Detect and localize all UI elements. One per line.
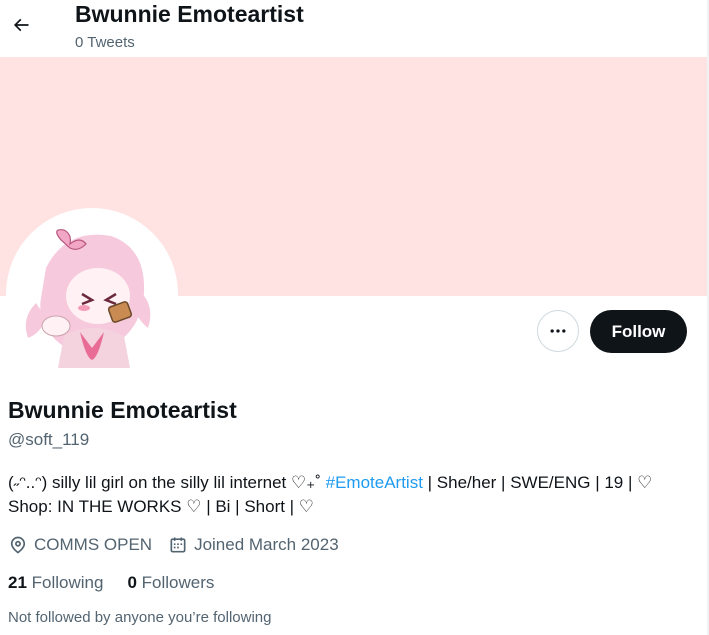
location-pin-icon (10, 536, 26, 554)
followers-count: 0 (127, 573, 137, 592)
user-handle: @soft_119 (8, 430, 90, 449)
follow-stats: 21 Following 0 Followers (8, 572, 238, 594)
profile-meta: COMMS OPEN Joined March 2023 (8, 534, 355, 556)
following-count: 21 (8, 573, 27, 592)
location-item: COMMS OPEN (8, 534, 152, 556)
following-label: Following (26, 573, 104, 592)
back-button[interactable] (4, 8, 38, 42)
arrow-left-icon (13, 18, 29, 32)
display-name: Bwunnie Emoteartist (8, 397, 237, 423)
avatar-image (12, 214, 172, 374)
tweet-count: 0 Tweets (75, 34, 135, 51)
avatar[interactable] (6, 208, 178, 380)
profile-bio: (˶ᵔ..ᵔ) silly lil girl on the silly lil … (8, 471, 698, 519)
joined-item: Joined March 2023 (168, 534, 339, 556)
joined-text: Joined March 2023 (194, 535, 339, 554)
follow-button[interactable]: Follow (590, 310, 687, 353)
bio-text-start: (˶ᵔ..ᵔ) silly lil girl on the silly lil … (8, 473, 326, 492)
followers-label: Followers (136, 573, 215, 592)
followers-link[interactable]: 0 Followers (127, 572, 214, 594)
mutual-followers-note: Not followed by anyone you’re following (8, 609, 272, 626)
following-link[interactable]: 21 Following (8, 572, 103, 594)
header-title: Bwunnie Emoteartist (75, 1, 304, 27)
bio-hashtag-link[interactable]: #EmoteArtist (326, 473, 423, 492)
calendar-icon (170, 537, 186, 553)
more-dots-icon (550, 329, 566, 333)
profile-header-bar: Bwunnie Emoteartist 0 Tweets (0, 0, 707, 57)
location-text: COMMS OPEN (34, 535, 153, 554)
more-options-button[interactable] (537, 310, 579, 352)
